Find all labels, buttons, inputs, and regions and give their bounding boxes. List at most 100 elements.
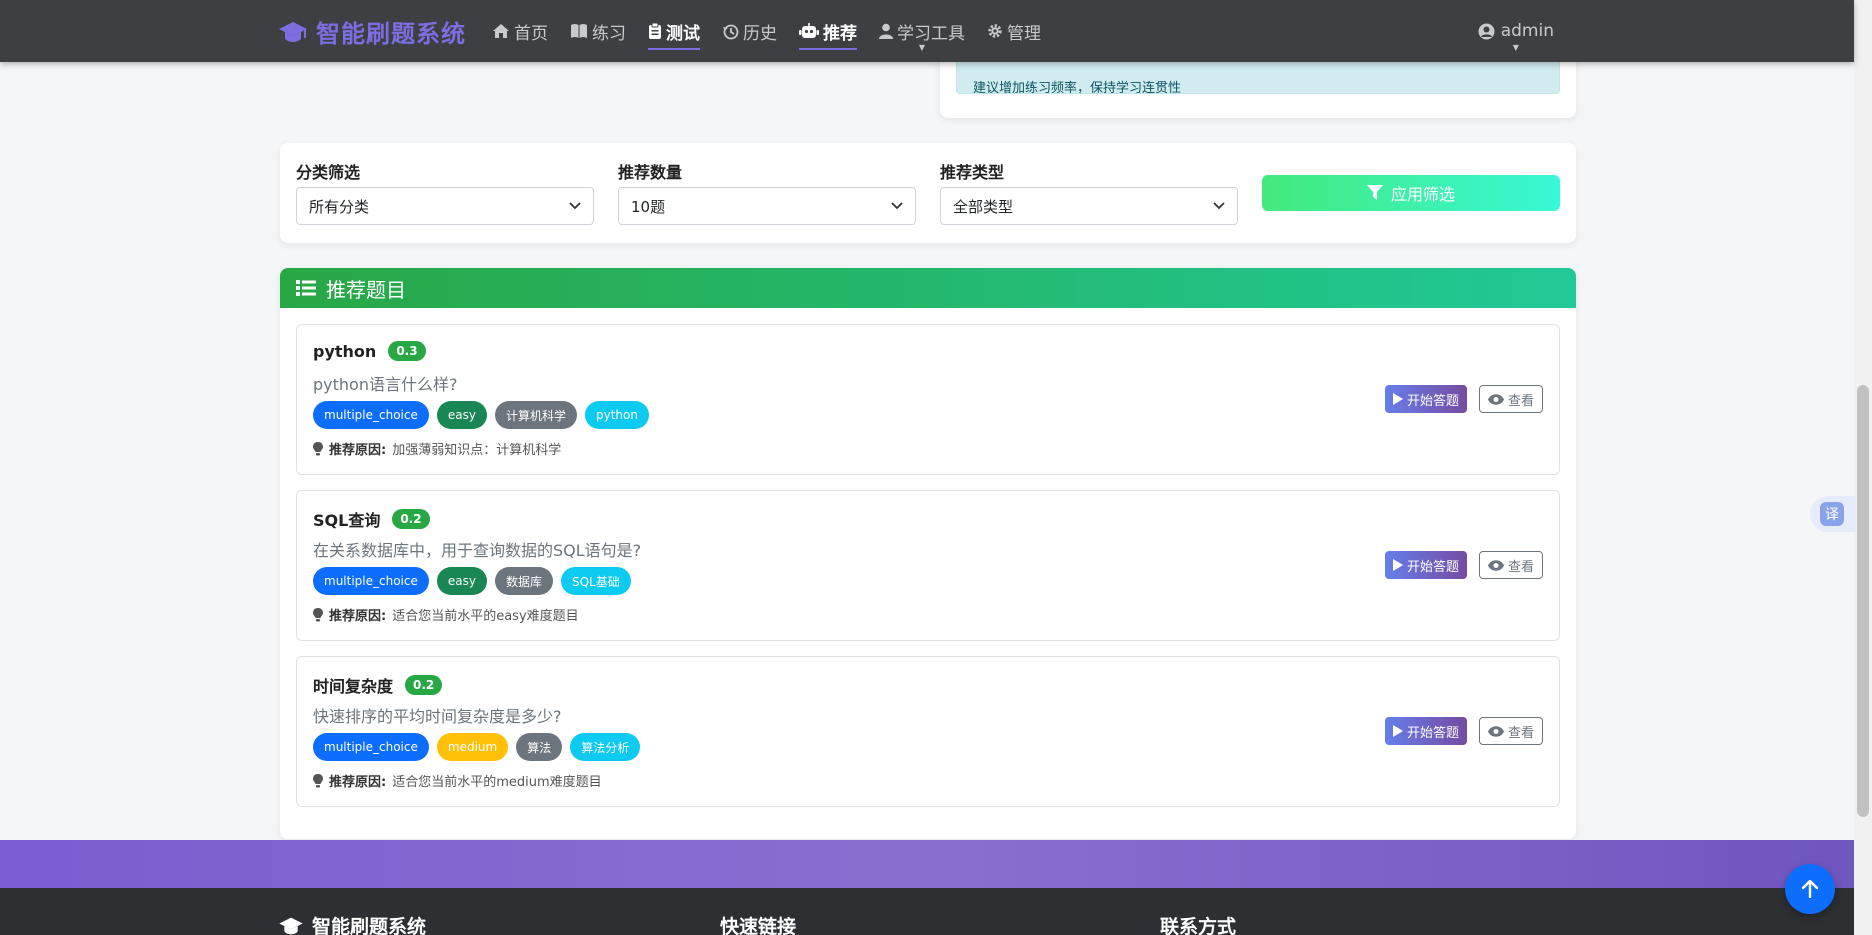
start-answer-label: 开始答题	[1406, 393, 1459, 409]
question-actions: 开始答题 查看	[1384, 717, 1543, 745]
view-button[interactable]: 查看	[1478, 717, 1543, 745]
translate-button[interactable]: 译	[1810, 496, 1856, 532]
view-label: 查看	[1507, 725, 1534, 741]
user-menu[interactable]: admin ▼	[1478, 0, 1554, 62]
nav-item-recommend[interactable]: 推荐	[791, 0, 865, 62]
start-answer-button[interactable]: 开始答题	[1384, 385, 1467, 413]
translate-icon: 译	[1820, 502, 1844, 526]
reason-label: 推荐原因:	[329, 609, 387, 624]
top-navbar: 智能刷题系统 首页 练习 测试 历史 推荐 学习工具 ▼ 管理 admin ▼	[0, 0, 1854, 62]
eye-icon	[1487, 559, 1504, 571]
apply-filter-label: 应用筛选	[1390, 187, 1455, 204]
topic-tag: 算法分析	[570, 733, 641, 761]
chevron-down-icon: ▼	[1512, 43, 1519, 52]
nav-item-label: 管理	[1007, 23, 1041, 44]
reason-text: 适合您当前水平的medium难度题目	[392, 775, 602, 790]
eye-icon	[1487, 393, 1504, 405]
category-tag: 算法	[516, 733, 563, 761]
type-filter: 推荐类型 全部类型	[940, 159, 1238, 225]
nav-item-study-tools[interactable]: 学习工具 ▼	[871, 0, 973, 62]
list-icon	[296, 280, 316, 296]
nav-item-label: 首页	[514, 23, 548, 44]
footer-links-title-text: 快速链接	[720, 916, 797, 935]
chevron-down-icon	[569, 199, 581, 213]
recommend-header: 推荐题目	[280, 268, 1576, 308]
nav-item-home[interactable]: 首页	[484, 0, 556, 62]
view-label: 查看	[1507, 393, 1534, 409]
recommend-reason: 推荐原因: 加强薄弱知识点：计算机科学	[313, 439, 561, 458]
graduation-cap-icon	[279, 917, 303, 934]
nav-item-test[interactable]: 测试	[640, 0, 708, 62]
recommend-header-title: 推荐题目	[326, 277, 406, 302]
chevron-down-icon	[891, 199, 903, 213]
user-name: admin	[1500, 21, 1554, 41]
category-tag: 数据库	[494, 567, 553, 595]
difficulty-tag: easy	[436, 567, 487, 595]
question-tags: multiple_choice easy 数据库 SQL基础	[313, 567, 631, 595]
question-title: 时间复杂度	[313, 677, 394, 696]
question-tags: multiple_choice easy 计算机科学 python	[313, 401, 649, 429]
type-tag: multiple_choice	[313, 401, 429, 429]
start-answer-button[interactable]: 开始答题	[1384, 717, 1467, 745]
category-filter-label: 分类筛选	[296, 163, 361, 182]
play-icon	[1392, 559, 1403, 571]
question-title-row: 时间复杂度 0.2	[313, 673, 443, 697]
filter-card: 分类筛选 所有分类 推荐数量 10题 推荐类型 全部类型 应用筛选	[280, 143, 1576, 243]
nav-item-history[interactable]: 历史	[714, 0, 785, 62]
question-item: python 0.3 python语言什么样? multiple_choice …	[296, 324, 1560, 475]
nav-item-label: 练习	[592, 23, 626, 44]
lightbulb-icon	[313, 607, 323, 621]
brand-logo[interactable]: 智能刷题系统	[278, 14, 466, 49]
brand-title: 智能刷题系统	[316, 20, 466, 48]
user-circle-icon	[1478, 23, 1495, 39]
filter-icon	[1366, 185, 1383, 200]
gear-icon	[988, 24, 1002, 38]
type-select[interactable]: 全部类型	[940, 187, 1238, 225]
reason-text: 加强薄弱知识点：计算机科学	[392, 443, 562, 458]
lightbulb-icon	[313, 773, 323, 787]
question-desc: python语言什么样?	[313, 375, 458, 394]
home-icon	[493, 24, 509, 38]
graduation-cap-icon	[279, 21, 307, 42]
back-to-top-button[interactable]	[1785, 864, 1835, 914]
recommend-card: 推荐题目 python 0.3 python语言什么样? multiple_ch…	[280, 268, 1576, 839]
question-tags: multiple_choice medium 算法 算法分析	[313, 733, 641, 761]
question-item: SQL查询 0.2 在关系数据库中，用于查询数据的SQL语句是? multipl…	[296, 490, 1560, 641]
recommend-reason: 推荐原因: 适合您当前水平的easy难度题目	[313, 605, 579, 624]
count-select[interactable]: 10题	[618, 187, 916, 225]
view-button[interactable]: 查看	[1478, 385, 1543, 413]
type-filter-label: 推荐类型	[940, 163, 1005, 182]
page-scrollbar[interactable]	[1854, 0, 1872, 935]
book-icon	[571, 24, 587, 38]
question-desc: 在关系数据库中，用于查询数据的SQL语句是?	[313, 541, 642, 560]
robot-icon	[799, 23, 819, 38]
nav-item-practice[interactable]: 练习	[562, 0, 634, 62]
nav-item-label: 学习工具	[897, 23, 965, 44]
score-badge: 0.3	[388, 341, 426, 361]
question-item: 时间复杂度 0.2 快速排序的平均时间复杂度是多少? multiple_choi…	[296, 656, 1560, 807]
start-answer-button[interactable]: 开始答题	[1384, 551, 1467, 579]
study-advice-text: 建议增加练习频率，保持学习连贯性	[973, 81, 1182, 94]
type-select-value: 全部类型	[953, 197, 1014, 216]
scrollbar-thumb[interactable]	[1857, 385, 1869, 817]
difficulty-tag: medium	[436, 733, 509, 761]
history-icon	[723, 24, 739, 39]
view-button[interactable]: 查看	[1478, 551, 1543, 579]
count-filter: 推荐数量 10题	[618, 159, 916, 225]
question-title-row: SQL查询 0.2	[313, 507, 430, 531]
question-actions: 开始答题 查看	[1384, 551, 1543, 579]
question-title-row: python 0.3	[313, 341, 426, 361]
nav-item-admin[interactable]: 管理	[979, 0, 1049, 62]
play-icon	[1392, 725, 1403, 737]
start-answer-label: 开始答题	[1406, 725, 1459, 741]
nav-item-label: 历史	[743, 23, 777, 44]
footer-links-title: 快速链接	[720, 912, 796, 935]
count-select-value: 10题	[631, 197, 666, 216]
footer-brand: 智能刷题系统	[278, 912, 426, 935]
category-select[interactable]: 所有分类	[296, 187, 594, 225]
footer-banner	[0, 840, 1854, 888]
clipboard-icon	[649, 22, 661, 39]
difficulty-tag: easy	[436, 401, 487, 429]
view-label: 查看	[1507, 559, 1534, 575]
apply-filter-button[interactable]: 应用筛选	[1262, 175, 1560, 211]
